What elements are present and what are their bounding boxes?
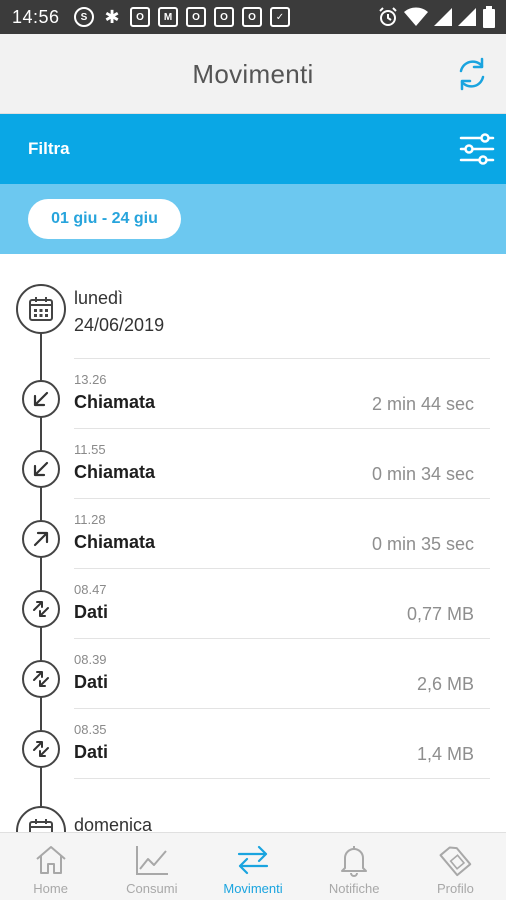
signal-icon bbox=[458, 8, 476, 26]
calendar-icon bbox=[16, 806, 66, 832]
movement-type: Chiamata bbox=[74, 462, 156, 482]
battery-icon bbox=[483, 6, 495, 28]
nav-item-movimenti[interactable]: Movimenti bbox=[202, 833, 303, 900]
incoming-call-icon bbox=[22, 380, 60, 418]
status-bar: 14:56 S ✱ O M O O O ✓ bbox=[0, 0, 506, 34]
data-transfer-icon bbox=[22, 660, 60, 698]
wifi-icon bbox=[404, 7, 428, 26]
movement-time: 13.26 bbox=[74, 372, 107, 387]
home-icon bbox=[35, 846, 66, 874]
movement-type: Dati bbox=[74, 602, 109, 622]
movement-row[interactable]: 08.35 Dati 1,4 MB bbox=[0, 708, 506, 778]
movement-row[interactable]: 11.55 Chiamata 0 min 34 sec bbox=[0, 428, 506, 498]
date-range-chip[interactable]: 01 giu - 24 giu bbox=[28, 199, 181, 239]
system-icons bbox=[378, 6, 496, 28]
movements-timeline: lunedì 24/06/2019 13.26 Chiamata 2 min 4… bbox=[0, 254, 506, 832]
data-transfer-icon bbox=[22, 590, 60, 628]
nav-item-home[interactable]: Home bbox=[0, 833, 101, 900]
outlook-icon: O bbox=[186, 7, 206, 27]
movement-time: 08.47 bbox=[74, 582, 107, 597]
gmail-icon: M bbox=[158, 7, 178, 27]
movement-type: Dati bbox=[74, 672, 109, 692]
status-time: 14:56 bbox=[12, 7, 60, 27]
notification-icons: S ✱ O M O O O ✓ bbox=[74, 7, 290, 27]
row-divider bbox=[74, 778, 490, 779]
data-transfer-icon bbox=[22, 730, 60, 768]
date-range-bar: 01 giu - 24 giu bbox=[0, 184, 506, 254]
movement-time: 11.55 bbox=[74, 442, 106, 457]
movement-time: 08.35 bbox=[74, 722, 107, 737]
row-divider-end bbox=[0, 778, 506, 780]
day-date: 24/06/2019 bbox=[74, 315, 165, 335]
alarm-icon bbox=[379, 7, 397, 26]
movement-row[interactable]: 08.39 Dati 2,6 MB bbox=[0, 638, 506, 708]
nav-item-notifiche[interactable]: Notifiche bbox=[304, 833, 405, 900]
row-divider bbox=[74, 428, 490, 429]
movement-time: 11.28 bbox=[74, 512, 106, 527]
movement-time: 08.39 bbox=[74, 652, 107, 667]
calendar-icon bbox=[16, 284, 66, 334]
movement-row[interactable]: 11.28 Chiamata 0 min 35 sec bbox=[0, 498, 506, 568]
transfer-arrows-icon bbox=[237, 845, 269, 875]
page-title: Movimenti bbox=[192, 59, 314, 89]
outlook-icon: O bbox=[214, 7, 234, 27]
incoming-call-icon bbox=[22, 450, 60, 488]
movement-value: 1,4 MB bbox=[416, 744, 474, 764]
outgoing-call-icon bbox=[22, 520, 60, 558]
row-divider bbox=[74, 358, 490, 359]
nav-label: Consumi bbox=[126, 881, 178, 896]
sim-card-icon bbox=[439, 846, 472, 877]
row-divider bbox=[74, 568, 490, 569]
chart-icon bbox=[135, 846, 168, 875]
filter-bar[interactable]: Filtra bbox=[0, 114, 506, 184]
refresh-icon[interactable] bbox=[452, 54, 492, 94]
nav-item-consumi[interactable]: Consumi bbox=[101, 833, 202, 900]
movement-row[interactable]: 13.26 Chiamata 2 min 44 sec bbox=[0, 358, 506, 428]
nav-label: Movimenti bbox=[223, 881, 283, 896]
nav-label: Profilo bbox=[436, 881, 474, 896]
slack-icon: ✱ bbox=[104, 6, 120, 27]
filter-label: Filtra bbox=[28, 139, 70, 158]
outlook-icon: O bbox=[242, 7, 262, 27]
movement-type: Dati bbox=[74, 742, 109, 762]
nav-label: Notifiche bbox=[328, 881, 380, 896]
movement-value: 2 min 44 sec bbox=[371, 394, 474, 414]
day-name: domenica bbox=[74, 815, 153, 832]
bell-icon bbox=[341, 846, 368, 877]
nav-label: Home bbox=[33, 881, 68, 896]
movement-row[interactable]: 08.47 Dati 0,77 MB bbox=[0, 568, 506, 638]
signal-icon bbox=[434, 8, 452, 26]
nav-item-profilo[interactable]: Profilo bbox=[405, 833, 506, 900]
movement-value: 0 min 34 sec bbox=[371, 464, 474, 484]
check-icon: ✓ bbox=[270, 7, 290, 27]
app-header: Movimenti bbox=[0, 34, 506, 114]
row-divider bbox=[74, 498, 490, 499]
movement-value: 0 min 35 sec bbox=[371, 534, 474, 554]
skype-icon: S bbox=[74, 7, 94, 27]
row-divider bbox=[74, 708, 490, 709]
outlook-icon: O bbox=[130, 7, 150, 27]
bottom-navigation: Home Consumi Movimenti Notifiche Profilo bbox=[0, 832, 506, 900]
movement-value: 0,77 MB bbox=[406, 604, 474, 624]
movement-value: 2,6 MB bbox=[416, 674, 474, 694]
filter-sliders-icon[interactable] bbox=[458, 130, 496, 168]
movement-type: Chiamata bbox=[74, 392, 156, 412]
movement-type: Chiamata bbox=[74, 532, 156, 552]
day-name: lunedì bbox=[74, 288, 124, 308]
row-divider bbox=[74, 638, 490, 639]
